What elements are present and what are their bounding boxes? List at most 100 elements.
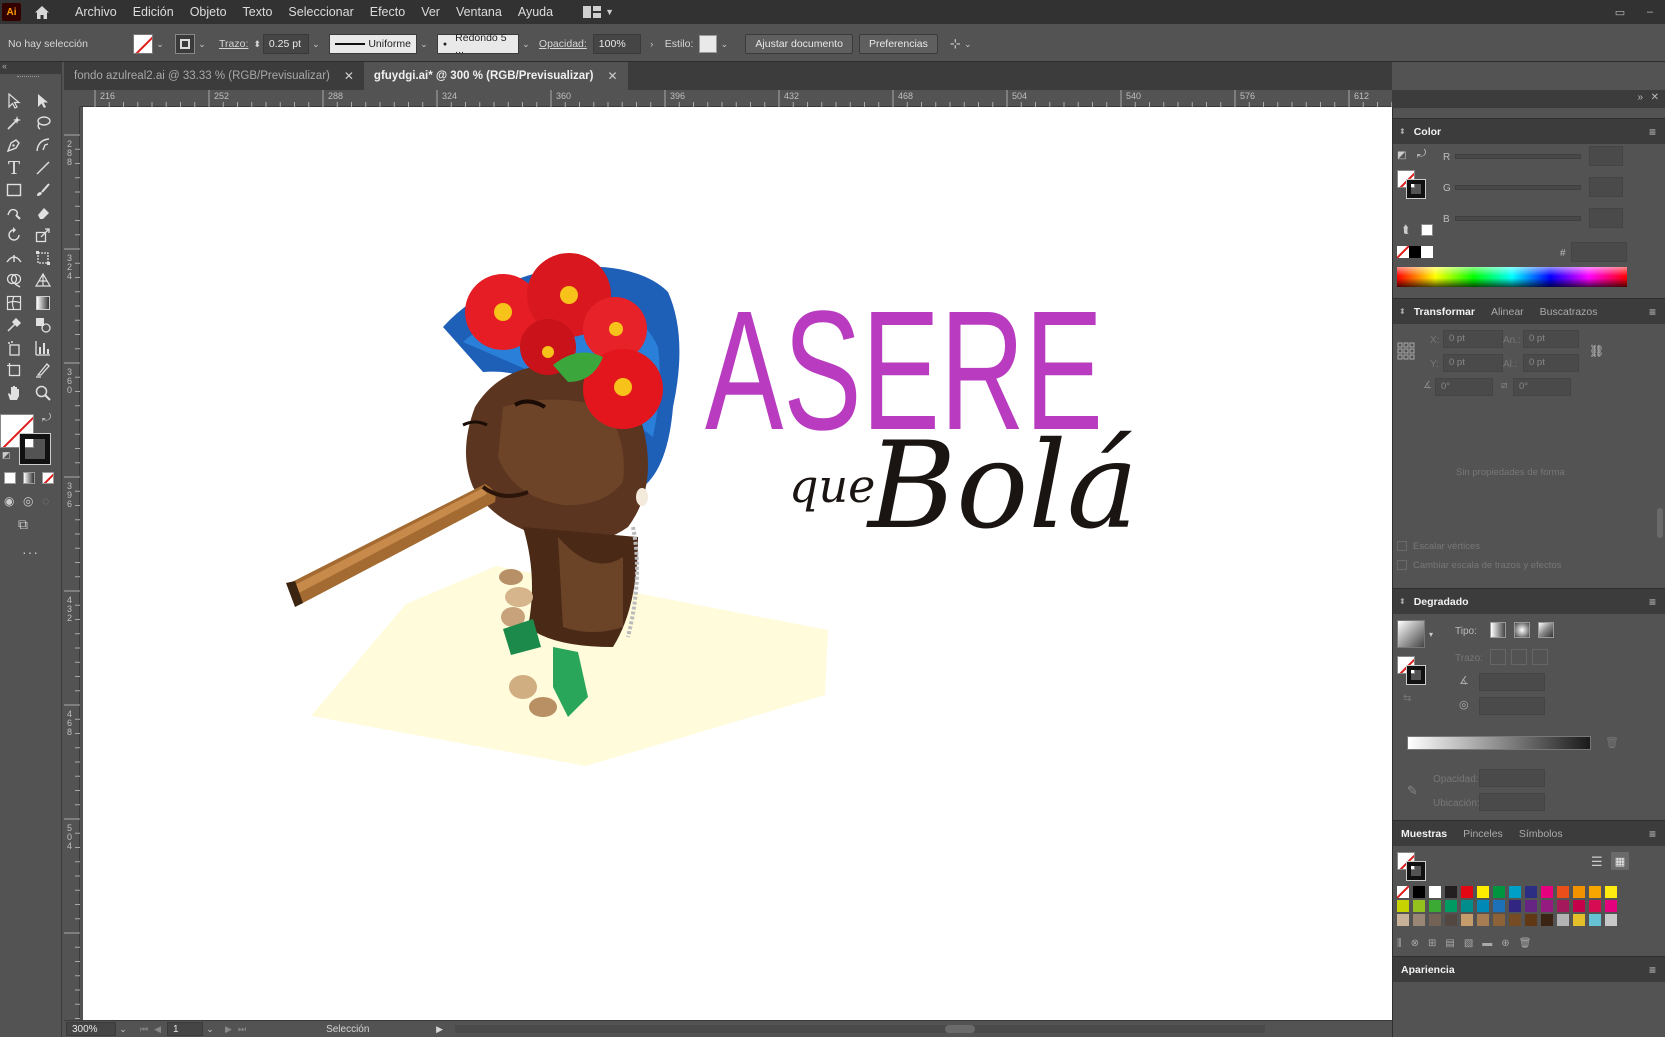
blend-tool-icon[interactable] bbox=[31, 314, 55, 336]
panel-scroll-thumb[interactable] bbox=[1657, 508, 1663, 538]
show-kinds-icon[interactable]: ⊗ bbox=[1411, 938, 1419, 952]
hex-field[interactable] bbox=[1571, 242, 1627, 262]
tab-alinear[interactable]: Alinear bbox=[1483, 306, 1532, 318]
menu-objeto[interactable]: Objeto bbox=[182, 0, 235, 24]
shape-builder-tool-icon[interactable] bbox=[2, 269, 26, 291]
none-swatch[interactable] bbox=[1397, 246, 1409, 258]
swatch[interactable] bbox=[1397, 886, 1409, 898]
out-of-gamut-icon[interactable]: ⮬ bbox=[1403, 224, 1410, 237]
vertical-ruler[interactable]: 288 324 360 396 432 468 504 bbox=[64, 107, 80, 1027]
eyedropper-icon[interactable]: ✎ bbox=[1407, 783, 1418, 799]
fit-document-button[interactable]: Ajustar documento bbox=[745, 34, 853, 54]
gradient-tool-icon[interactable] bbox=[31, 292, 55, 314]
draw-inside-icon[interactable]: ◌ bbox=[42, 494, 49, 508]
stroke-color-box[interactable] bbox=[1406, 179, 1426, 199]
gradient-location-field[interactable] bbox=[1479, 793, 1545, 811]
appearance-panel-header[interactable]: Apariencia ≡ bbox=[1393, 956, 1665, 982]
gradient-preview[interactable] bbox=[1397, 620, 1425, 648]
swatch-options-icon[interactable]: ⊞ bbox=[1428, 938, 1436, 952]
more-tools-icon[interactable]: ··· bbox=[22, 544, 39, 560]
gradient-aspect-field[interactable] bbox=[1479, 697, 1545, 715]
swatch[interactable] bbox=[1477, 914, 1489, 926]
tab-gfuydgi[interactable]: gfuydgi.ai* @ 300 % (RGB/Previsualizar) … bbox=[363, 62, 628, 90]
preferences-button[interactable]: Preferencias bbox=[858, 34, 938, 54]
menu-seleccionar[interactable]: Seleccionar bbox=[280, 0, 361, 24]
brush-select[interactable]: ● Redondo 5 ... bbox=[436, 32, 519, 56]
color-panel-header[interactable]: ⬍ Color ≡ bbox=[1393, 118, 1665, 144]
pen-tool-icon[interactable] bbox=[2, 134, 26, 156]
lasso-tool-icon[interactable] bbox=[31, 112, 55, 134]
swatch[interactable] bbox=[1429, 900, 1441, 912]
swatch[interactable] bbox=[1397, 914, 1409, 926]
delete-swatch-icon[interactable]: 🗑 bbox=[1519, 938, 1532, 952]
color-mode-icon[interactable] bbox=[4, 472, 16, 484]
shaper-tool-icon[interactable] bbox=[2, 202, 26, 224]
menu-edicion[interactable]: Edición bbox=[125, 0, 182, 24]
freeform-gradient-icon[interactable] bbox=[1538, 622, 1554, 638]
swap-colors-icon[interactable]: ⤾ bbox=[42, 412, 51, 425]
stroke-swatch[interactable] bbox=[175, 34, 195, 54]
swatch[interactable] bbox=[1493, 914, 1505, 926]
swatch[interactable] bbox=[1525, 900, 1537, 912]
menu-archivo[interactable]: Archivo bbox=[67, 0, 125, 24]
stroke-label[interactable]: Trazo: bbox=[219, 38, 248, 50]
r-value-field[interactable] bbox=[1589, 146, 1623, 166]
draw-normal-icon[interactable]: ◉ bbox=[4, 494, 14, 508]
trash-icon[interactable]: 🗑 bbox=[1605, 736, 1619, 749]
swatch[interactable] bbox=[1589, 914, 1601, 926]
new-group-icon[interactable]: ▬ bbox=[1482, 938, 1492, 952]
menu-texto[interactable]: Texto bbox=[235, 0, 281, 24]
panel-menu-icon[interactable]: ≡ bbox=[1649, 963, 1656, 977]
white-swatch[interactable] bbox=[1421, 246, 1433, 258]
x-field[interactable]: 0 pt bbox=[1443, 330, 1503, 348]
swatch[interactable] bbox=[1589, 886, 1601, 898]
default-colors-icon[interactable]: ◩ bbox=[1397, 150, 1406, 161]
width-field[interactable]: 0 pt bbox=[1523, 330, 1579, 348]
swatch[interactable] bbox=[1509, 886, 1521, 898]
swatch[interactable] bbox=[1573, 900, 1585, 912]
horizontal-ruler[interactable]: 216 252 288 324 360 396 432 468 504 540 … bbox=[80, 90, 1392, 107]
chevron-down-icon[interactable]: ⌄ bbox=[309, 39, 323, 50]
swatch[interactable] bbox=[1541, 900, 1553, 912]
scroll-thumb[interactable] bbox=[944, 1025, 975, 1033]
chevron-down-icon[interactable]: ⌄ bbox=[153, 39, 167, 50]
chevron-down-icon[interactable]: ⌄ bbox=[203, 1024, 217, 1035]
opacity-label[interactable]: Opacidad: bbox=[539, 38, 587, 50]
collapse-icon[interactable]: « bbox=[2, 61, 7, 71]
black-swatch[interactable] bbox=[1409, 246, 1421, 258]
artboard-tool-icon[interactable] bbox=[2, 359, 26, 381]
swatch[interactable] bbox=[1605, 886, 1617, 898]
gradient-panel-header[interactable]: ⬍ Degradado ≡ bbox=[1393, 588, 1665, 614]
b-value-field[interactable] bbox=[1589, 208, 1623, 228]
swatch[interactable] bbox=[1557, 886, 1569, 898]
stroke-across-icon[interactable] bbox=[1532, 649, 1548, 665]
panel-toggle-icon[interactable]: ⬍ bbox=[1399, 127, 1406, 136]
hand-tool-icon[interactable] bbox=[2, 382, 26, 404]
draw-behind-icon[interactable]: ◎ bbox=[23, 494, 33, 508]
swatch[interactable] bbox=[1461, 914, 1473, 926]
swatch[interactable] bbox=[1557, 914, 1569, 926]
swatch[interactable] bbox=[1461, 900, 1473, 912]
web-safe-swatch[interactable] bbox=[1421, 224, 1433, 236]
chevron-down-icon[interactable]: ⌄ bbox=[519, 39, 533, 50]
close-icon[interactable]: ✕ bbox=[344, 69, 354, 83]
swatch[interactable] bbox=[1493, 886, 1505, 898]
link-constrain-icon[interactable]: ⛓ bbox=[1589, 344, 1604, 358]
swatch[interactable] bbox=[1413, 914, 1425, 926]
swatch[interactable] bbox=[1525, 914, 1537, 926]
slice-tool-icon[interactable] bbox=[31, 359, 55, 381]
new-swatch-icon[interactable]: ⊕ bbox=[1501, 938, 1509, 952]
stroke-weight-field[interactable]: 0.25 pt bbox=[262, 34, 309, 54]
rotate-tool-icon[interactable] bbox=[2, 224, 26, 246]
tab-buscatrazos[interactable]: Buscatrazos bbox=[1532, 306, 1606, 318]
radial-gradient-icon[interactable] bbox=[1514, 622, 1530, 638]
prev-artboard-icon[interactable]: ◀ bbox=[154, 1024, 161, 1035]
swatch[interactable] bbox=[1557, 900, 1569, 912]
panel-menu-icon[interactable]: ≡ bbox=[1649, 305, 1656, 319]
menu-ayuda[interactable]: Ayuda bbox=[510, 0, 561, 24]
perspective-grid-tool-icon[interactable] bbox=[31, 269, 55, 291]
swatch[interactable] bbox=[1573, 886, 1585, 898]
thumbnail-view-icon[interactable]: ▦ bbox=[1611, 852, 1629, 870]
color-spectrum[interactable] bbox=[1397, 267, 1627, 287]
first-artboard-icon[interactable]: ⏮ bbox=[140, 1024, 148, 1035]
